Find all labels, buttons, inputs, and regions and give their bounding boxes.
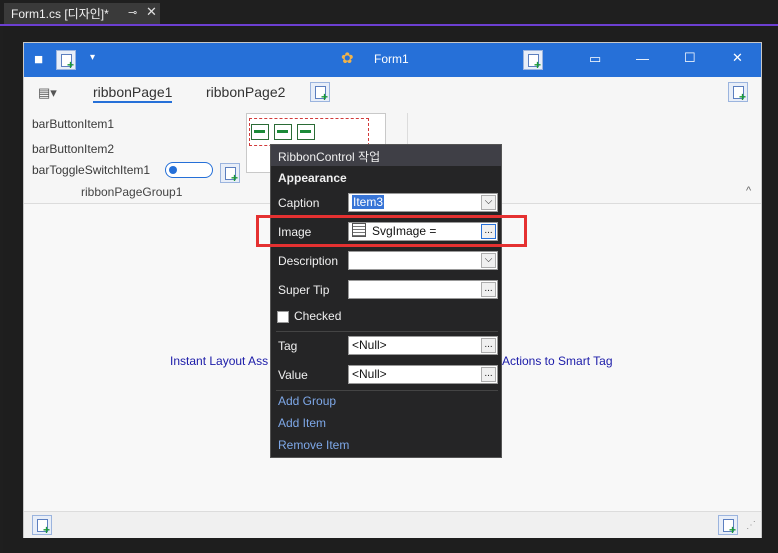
value-browse-button[interactable]: ...	[481, 367, 496, 382]
caption-label: Caption	[278, 196, 320, 210]
tag-field[interactable]: <Null> ...	[348, 336, 498, 355]
form-titlebar: ■ ▾ ✿ Form1 ▭ — ☐ ✕	[24, 43, 761, 77]
super-tip-browse-button[interactable]: ...	[481, 282, 496, 297]
value-field[interactable]: <Null> ...	[348, 365, 498, 384]
application-menu-icon[interactable]: ▤▾	[38, 85, 57, 101]
toggle-switch[interactable]	[165, 162, 213, 178]
add-status-item-left-icon[interactable]	[32, 515, 52, 537]
collapse-ribbon-icon[interactable]: ^	[746, 185, 751, 197]
quick-access-dropdown-icon[interactable]: ▾	[90, 52, 95, 63]
instant-layout-hint-left[interactable]: Instant Layout Ass	[170, 354, 268, 368]
smart-tag-hint-right[interactable]: Actions to Smart Tag	[502, 354, 613, 368]
close-window-icon[interactable]: ✕	[732, 50, 743, 66]
super-tip-field[interactable]: ...	[348, 280, 498, 299]
tab-ribbonpage1[interactable]: ribbonPage1	[93, 84, 173, 103]
tag-value: <Null>	[352, 338, 387, 352]
bar-button-item-2[interactable]: barButtonItem2	[32, 142, 114, 156]
image-field-highlight	[256, 215, 527, 247]
add-group-link[interactable]: Add Group	[278, 394, 336, 408]
smart-tag-panel: RibbonControl 작업 Appearance Caption Item…	[270, 144, 502, 458]
restore-icon[interactable]: ▭	[589, 51, 601, 67]
bar-button-item-1[interactable]: barButtonItem1	[32, 117, 114, 131]
checked-label: Checked	[294, 309, 342, 323]
add-group-item-icon[interactable]	[220, 163, 240, 185]
ribbon-page-group-label: ribbonPageGroup1	[81, 185, 183, 199]
value-label: Value	[278, 368, 308, 382]
document-tab-form1-designer[interactable]: Form1.cs [디자인]* ⊸ ✕	[4, 3, 160, 24]
pin-icon[interactable]: ⊸	[128, 6, 137, 19]
maximize-icon[interactable]: ☐	[684, 50, 696, 66]
description-field[interactable]: ⌵	[348, 251, 498, 270]
panel-divider	[276, 390, 498, 391]
document-tab-title: Form1.cs [디자인]*	[11, 7, 109, 21]
add-page-header-item-icon[interactable]	[728, 82, 748, 104]
description-dropdown-icon[interactable]: ⌵	[481, 253, 496, 268]
checked-checkbox[interactable]	[277, 311, 289, 323]
minimize-icon[interactable]: —	[636, 51, 649, 66]
caption-dropdown-icon[interactable]: ⌵	[481, 195, 496, 210]
close-icon[interactable]: ✕	[146, 4, 157, 20]
value-value: <Null>	[352, 367, 387, 381]
add-caption-item-icon[interactable]	[523, 50, 543, 72]
description-label: Description	[278, 254, 339, 268]
add-page-icon[interactable]	[310, 82, 330, 104]
size-grip-icon[interactable]: ⋰	[746, 520, 756, 531]
caption-value: Item3	[352, 195, 385, 209]
bar-toggle-switch-item-1[interactable]: barToggleSwitchItem1	[32, 163, 150, 177]
remove-item-link[interactable]: Remove Item	[278, 438, 349, 452]
super-tip-label: Super Tip	[278, 283, 330, 297]
ribbon-status-bar: ⋰	[24, 511, 761, 538]
add-status-item-right-icon[interactable]	[718, 515, 738, 537]
caption-field[interactable]: Item3 ⌵	[348, 193, 498, 212]
tab-ribbonpage2[interactable]: ribbonPage2	[206, 84, 285, 100]
tag-browse-button[interactable]: ...	[481, 338, 496, 353]
gallery-item-icon[interactable]	[251, 124, 269, 140]
add-quick-access-item-icon[interactable]	[56, 50, 76, 72]
gallery-item-icon[interactable]	[274, 124, 292, 140]
form-logo-icon: ✿	[341, 50, 354, 67]
document-tab-strip: Form1.cs [디자인]* ⊸ ✕	[0, 0, 778, 26]
form-title: Form1	[374, 52, 409, 66]
add-item-link[interactable]: Add Item	[278, 416, 326, 430]
panel-divider	[276, 331, 498, 332]
tag-label: Tag	[278, 339, 298, 353]
smart-tag-header: RibbonControl 작업	[271, 145, 501, 166]
appearance-section-title: Appearance	[278, 171, 347, 185]
form-app-icon[interactable]: ■	[34, 51, 43, 68]
gallery-item-icon[interactable]	[297, 124, 315, 140]
